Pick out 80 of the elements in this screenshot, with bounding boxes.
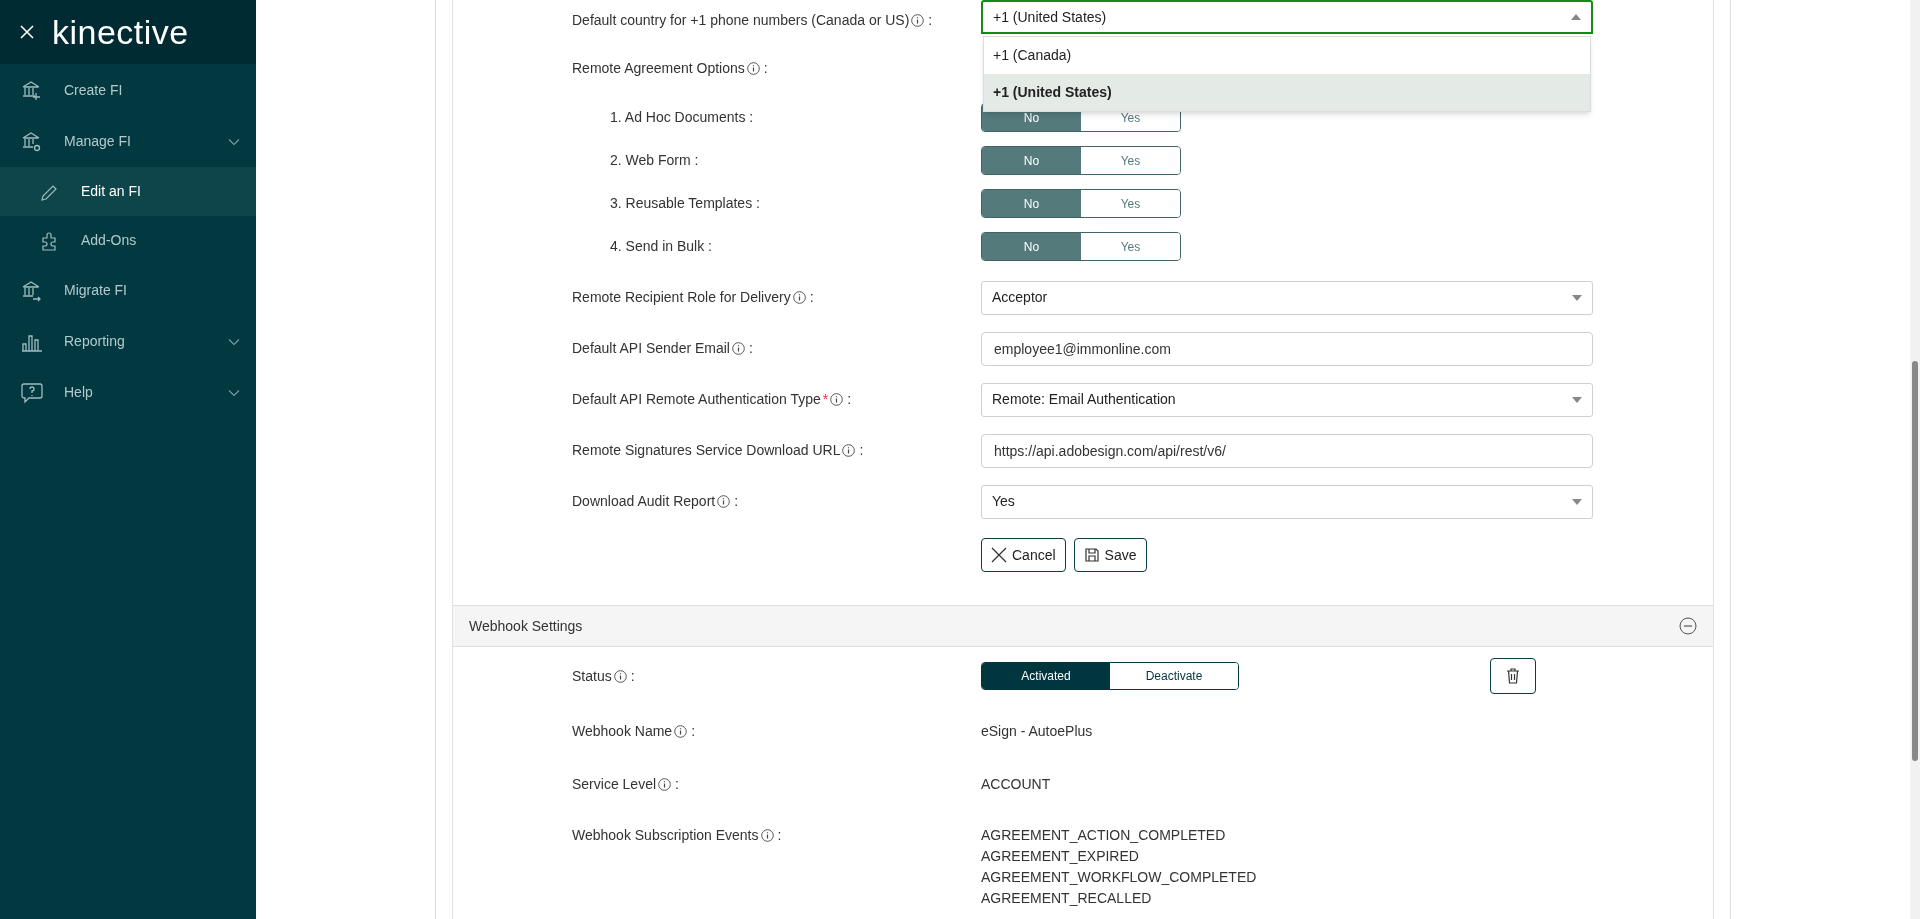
toggle-option[interactable]: Activated [982, 663, 1110, 689]
caret-up-icon [1571, 14, 1581, 20]
info-icon[interactable] [613, 669, 627, 683]
info-icon[interactable] [658, 778, 672, 791]
close-icon [991, 547, 1007, 563]
caret-down-icon [1572, 294, 1582, 301]
trash-icon [1506, 668, 1520, 684]
info-icon[interactable] [911, 14, 925, 27]
toggle-option[interactable]: No [982, 190, 1081, 217]
field-value: AGREEMENT_ACTION_COMPLETED [981, 826, 1227, 845]
field-label: Default API Remote Authentication Type [572, 390, 821, 409]
info-icon[interactable] [760, 829, 774, 842]
delete-button[interactable] [1490, 658, 1536, 694]
info-icon[interactable] [842, 444, 856, 457]
help-icon [20, 380, 44, 405]
label-colon: : [749, 339, 753, 358]
field-label: 3. Reusable Templates : [609, 194, 761, 213]
field-value: AGREEMENT_WORKFLOW_COMPLETED [981, 868, 1257, 887]
field-label: 1. Ad Hoc Documents : [609, 108, 755, 127]
field-label: Remote Recipient Role for Delivery [572, 288, 791, 307]
label-colon: : [763, 58, 768, 78]
label-colon: : [675, 775, 679, 794]
sidebar-item[interactable]: Migrate FI [0, 265, 256, 316]
info-icon[interactable] [674, 725, 688, 738]
info-icon[interactable] [717, 495, 731, 508]
label-colon: : [847, 390, 852, 409]
info-icon[interactable] [746, 61, 760, 75]
field-value: AGREEMENT_RECALLED [981, 889, 1153, 908]
save-icon [1083, 547, 1100, 563]
select-field[interactable]: Yes [981, 484, 1593, 519]
field-label: Download Audit Report [572, 492, 716, 511]
sidebar-subitem[interactable]: Add-Ons [0, 216, 256, 265]
label-colon: : [928, 11, 933, 30]
field-value: AGREEMENT_EXPIRED [981, 847, 1140, 866]
label-colon: : [630, 666, 635, 686]
toggle-option[interactable]: No [982, 233, 1081, 260]
field-label: 4. Send in Bulk : [609, 237, 713, 256]
collapse-icon[interactable] [1679, 617, 1697, 635]
scrollbar[interactable] [1910, 0, 1920, 919]
field-value: ACCOUNT [981, 775, 1051, 794]
sidebar-item[interactable]: Reporting [0, 316, 256, 367]
field-label: Status [572, 666, 612, 686]
field-label: Service Level [572, 775, 657, 794]
caret-down-icon [1572, 498, 1582, 505]
sidebar-item[interactable]: Help [0, 367, 256, 418]
logo: kinective [52, 15, 189, 49]
section-header[interactable]: Webhook Settings [453, 605, 1713, 647]
required-asterisk: * [822, 390, 829, 409]
field-label: 2. Web Form : [609, 151, 700, 170]
info-icon[interactable] [792, 291, 806, 304]
label-colon: : [809, 288, 814, 307]
label-colon: : [691, 722, 696, 741]
dropdown-option[interactable]: +1 (Canada) [984, 37, 1590, 74]
caret-down-icon [1572, 396, 1582, 403]
info-icon[interactable] [830, 393, 844, 406]
toggle-option[interactable]: No [982, 147, 1081, 174]
scrollbar-thumb[interactable] [1912, 361, 1918, 761]
field-label: Remote Agreement Options [572, 58, 745, 78]
dropdown-option[interactable]: +1 (United States) [984, 74, 1590, 111]
cancel-button[interactable]: Cancel [981, 538, 1066, 572]
label-colon: : [859, 441, 864, 460]
info-icon[interactable] [732, 342, 745, 355]
close-icon[interactable] [20, 25, 34, 39]
label-colon: : [734, 492, 739, 511]
field-label: Default API Sender Email [572, 339, 730, 358]
label-colon: : [777, 826, 782, 845]
field-label: Remote Signatures Service Download URL [572, 441, 841, 460]
sidebar-subitem[interactable]: Edit an FI [0, 167, 256, 216]
input-field[interactable]: employee1@immonline.com [981, 331, 1593, 366]
select-field[interactable]: +1 (United States) [981, 0, 1593, 34]
field-value: eSign - AutoePlus [981, 722, 1093, 741]
field-label: Webhook Subscription Events [572, 826, 759, 845]
field-label: Webhook Name [572, 722, 673, 741]
sidebar-item[interactable]: Create FI [0, 65, 256, 116]
select-field[interactable]: Remote: Email Authentication [981, 382, 1593, 417]
sidebar-item[interactable]: Manage FI [0, 116, 256, 167]
select-field[interactable]: Acceptor [981, 280, 1593, 315]
field-label: Default country for +1 phone numbers (Canada or US) [572, 11, 910, 30]
input-field[interactable]: https://api.adobesign.com/api/rest/v6/ [981, 433, 1593, 468]
save-button[interactable]: Save [1073, 538, 1147, 572]
